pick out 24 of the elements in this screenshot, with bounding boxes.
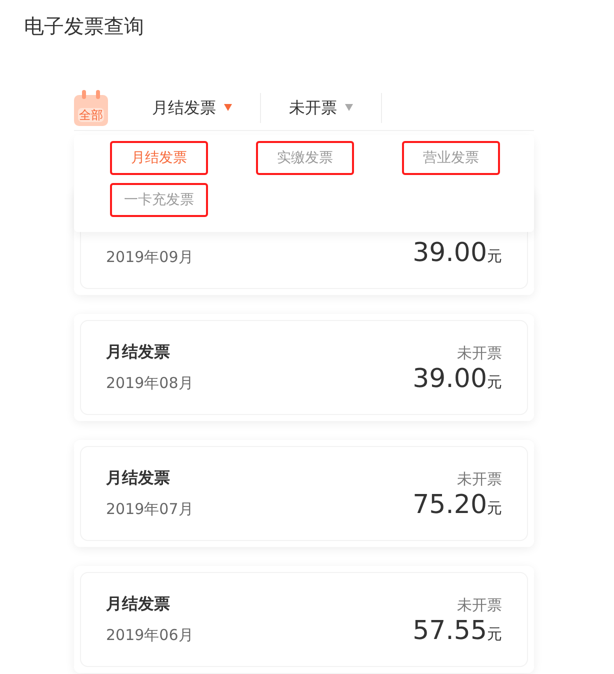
invoice-card[interactable]: 月结发票 2019年07月 未开票 75.20元 — [74, 440, 534, 547]
currency-unit: 元 — [487, 372, 502, 392]
invoice-month: 2019年09月 — [106, 247, 194, 268]
invoice-type: 月结发票 — [106, 467, 170, 489]
invoice-amount: 57.55 — [412, 616, 487, 646]
invoice-month: 2019年06月 — [106, 625, 194, 646]
invoice-card[interactable]: 月结发票 2019年08月 未开票 39.00元 — [74, 314, 534, 421]
invoice-type: 月结发票 — [106, 341, 170, 363]
invoice-status: 未开票 — [457, 468, 502, 490]
currency-unit: 元 — [487, 498, 502, 518]
invoice-type: 月结发票 — [106, 593, 170, 615]
invoice-month: 2019年08月 — [106, 373, 194, 394]
invoice-status: 未开票 — [457, 342, 502, 364]
invoice-amount: 39.00 — [412, 364, 487, 394]
invoice-card[interactable]: 月结发票 2019年06月 未开票 57.55元 — [74, 566, 534, 673]
invoice-month: 2019年07月 — [106, 499, 194, 520]
currency-unit: 元 — [487, 246, 502, 266]
invoice-amount: 39.00 — [412, 238, 487, 268]
filter-tab[interactable]: 月结发票 — [124, 90, 260, 126]
filter-tab[interactable]: 未开票 — [261, 90, 381, 126]
invoice-amount: 75.20 — [412, 490, 487, 520]
currency-unit: 元 — [487, 624, 502, 644]
invoice-status: 未开票 — [457, 594, 502, 616]
page-title: 电子发票查询 — [24, 13, 144, 40]
